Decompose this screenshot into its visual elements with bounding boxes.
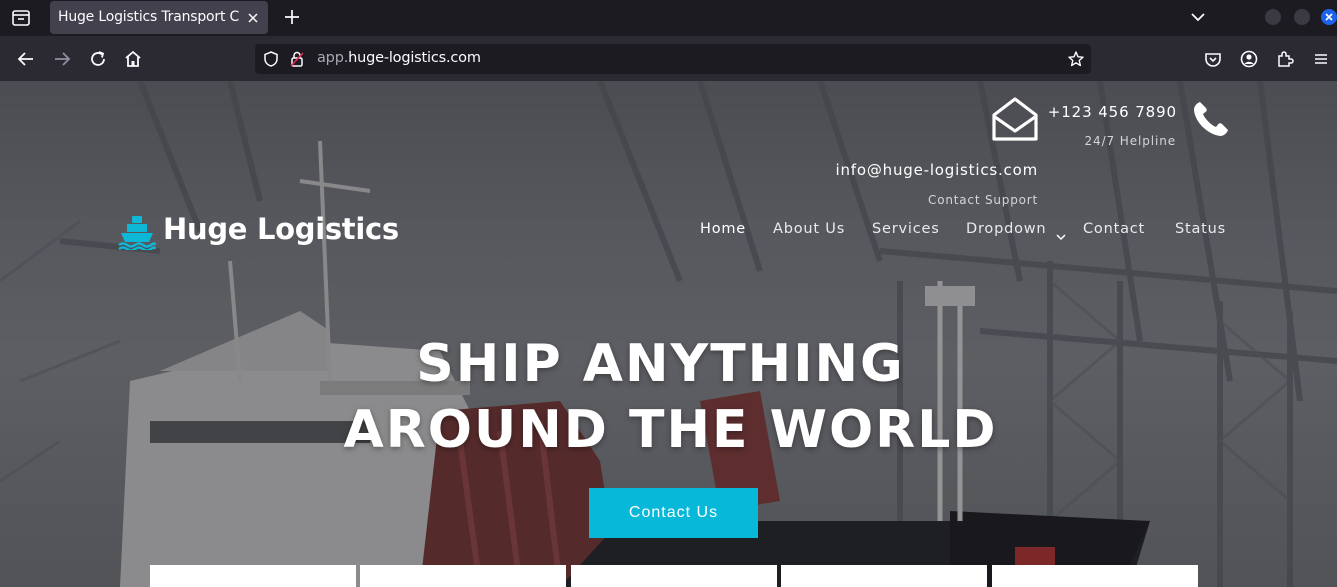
window-close-button[interactable]: [1321, 9, 1337, 25]
phone-contact-block: +123 456 7890 24/7 Helpline: [1048, 101, 1180, 161]
extensions-icon[interactable]: [1274, 48, 1296, 70]
email-link[interactable]: info@huge-logistics.com: [836, 161, 1038, 179]
close-tab-icon[interactable]: [246, 10, 260, 24]
chevron-down-icon[interactable]: [1056, 226, 1066, 245]
nav-item-about-us[interactable]: About Us: [773, 221, 845, 237]
phone-link[interactable]: +123 456 7890: [1048, 103, 1177, 121]
phone-icon: [1191, 99, 1231, 143]
phone-caption: 24/7 Helpline: [1084, 134, 1176, 148]
forward-arrow-icon[interactable]: [51, 48, 73, 70]
email-caption: Contact Support: [928, 193, 1038, 207]
contact-us-button[interactable]: Contact Us: [589, 488, 758, 538]
tab-list-icon[interactable]: [10, 7, 32, 29]
nav-item-dropdown[interactable]: Dropdown: [966, 221, 1046, 237]
browser-tab-bar: Huge Logistics Transport Cat: [0, 0, 1337, 36]
nav-item-status[interactable]: Status: [1175, 221, 1226, 237]
feature-card: [992, 565, 1198, 587]
envelope-open-icon: [991, 95, 1039, 147]
back-arrow-icon[interactable]: [15, 48, 37, 70]
url-text[interactable]: app.huge-logistics.com: [317, 50, 481, 66]
tracking-protection-shield-icon[interactable]: [262, 50, 280, 72]
nav-item-services[interactable]: Services: [872, 221, 940, 237]
app-menu-icon[interactable]: [1310, 48, 1332, 70]
bookmark-star-icon[interactable]: [1067, 50, 1085, 72]
pocket-icon[interactable]: [1202, 48, 1224, 70]
nav-item-contact[interactable]: Contact: [1083, 221, 1145, 237]
ship-icon: [118, 214, 157, 254]
tab-title: Huge Logistics Transport Cat: [58, 9, 240, 25]
email-contact-block: info@huge-logistics.com Contact Support: [820, 95, 1045, 207]
feature-card: [781, 565, 987, 587]
hero-title-line-1: SHIP ANYTHING: [416, 334, 905, 394]
new-tab-icon[interactable]: [282, 7, 302, 27]
home-icon[interactable]: [122, 48, 144, 70]
feature-card: [571, 565, 777, 587]
browser-tab-active[interactable]: Huge Logistics Transport Cat: [50, 1, 268, 34]
window-minimize-button[interactable]: [1265, 9, 1281, 25]
feature-card: [150, 565, 356, 587]
webpage: info@huge-logistics.com Contact Support …: [0, 81, 1337, 587]
reload-icon[interactable]: [87, 48, 109, 70]
list-all-tabs-chevron-icon[interactable]: [1188, 8, 1208, 26]
address-bar[interactable]: app.huge-logistics.com: [255, 44, 1091, 74]
url-subdomain: app.: [317, 50, 349, 66]
nav-item-home[interactable]: Home: [700, 221, 746, 237]
brand-name: Huge Logistics: [163, 212, 399, 246]
hero-title-line-2: AROUND THE WORLD: [343, 400, 998, 460]
url-domain: huge-logistics.com: [348, 50, 481, 66]
feature-card: [360, 565, 566, 587]
account-icon[interactable]: [1238, 48, 1260, 70]
window-maximize-button[interactable]: [1294, 9, 1310, 25]
insecure-lock-icon[interactable]: [289, 50, 305, 72]
browser-toolbar: app.huge-logistics.com: [0, 36, 1337, 81]
